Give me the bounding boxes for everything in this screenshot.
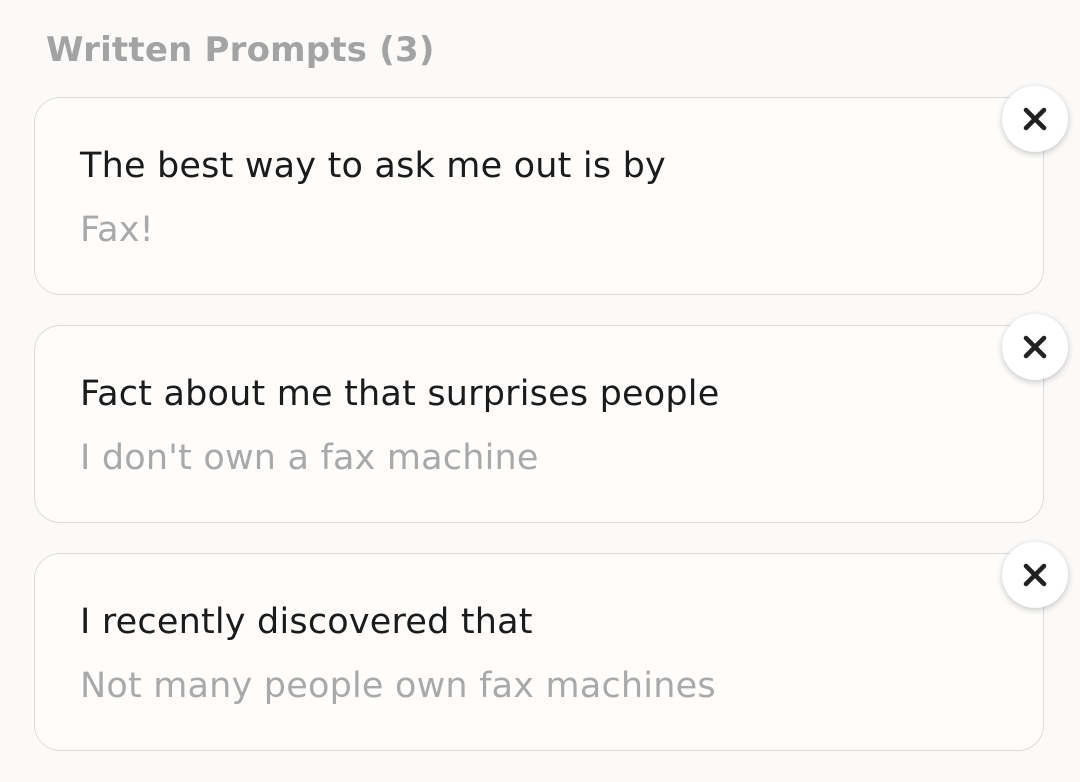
prompt-card[interactable]: Fact about me that surprises people I do… — [34, 314, 1068, 523]
close-icon — [1023, 335, 1047, 359]
prompt-card[interactable]: The best way to ask me out is by Fax! — [34, 86, 1068, 295]
prompt-question: I recently discovered that — [80, 602, 533, 642]
remove-prompt-button[interactable] — [1002, 542, 1068, 608]
prompt-card[interactable]: I recently discovered that Not many peop… — [34, 542, 1068, 751]
remove-prompt-button[interactable] — [1002, 86, 1068, 152]
prompt-answer: I don't own a fax machine — [80, 438, 539, 478]
prompt-list: The best way to ask me out is by Fax! Fa… — [0, 0, 1080, 782]
remove-prompt-button[interactable] — [1002, 314, 1068, 380]
close-icon — [1023, 563, 1047, 587]
prompt-question: Fact about me that surprises people — [80, 374, 720, 414]
prompt-answer: Not many people own fax machines — [80, 666, 716, 706]
close-icon — [1023, 107, 1047, 131]
prompt-answer: Fax! — [80, 210, 154, 250]
prompt-question: The best way to ask me out is by — [80, 146, 666, 186]
